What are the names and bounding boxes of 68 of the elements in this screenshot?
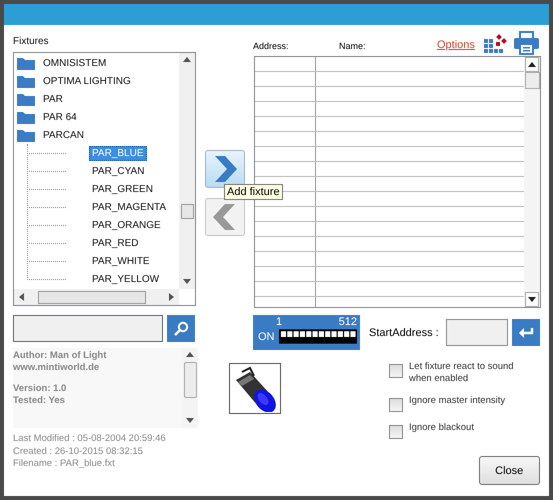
checkbox[interactable] (389, 425, 403, 439)
tree-item[interactable]: PAR_RED (89, 236, 142, 250)
folder-icon (17, 56, 35, 70)
checkbox[interactable] (389, 364, 403, 378)
checkbox-label: Ignore master intensity (409, 395, 506, 407)
tree-item[interactable]: OPTIMA LIGHTING (40, 74, 134, 88)
add-button[interactable] (205, 150, 245, 188)
scroll-thumb[interactable] (184, 362, 196, 398)
file-info-text: Last Modified : 05-08-2004 20:59:46 (13, 433, 167, 446)
dmx-end-label: 512 (338, 316, 357, 329)
start-address-field[interactable] (446, 319, 508, 346)
folder-icon (17, 128, 35, 142)
info-text: Version: 1.0 (13, 383, 68, 394)
tree-item[interactable]: PAR_WHITE (89, 254, 153, 268)
info-text: Author: Man of Light (13, 350, 108, 362)
info-text: Tested: Yes (13, 394, 66, 406)
tree-item[interactable]: PAR_CYAN (89, 164, 148, 178)
folder-icon (17, 74, 35, 88)
tree-item[interactable]: PAR 64 (40, 110, 80, 124)
tree-item[interactable]: PAR_ORANGE (89, 218, 164, 232)
scroll-down-icon (528, 296, 536, 304)
search-icon (173, 320, 189, 336)
search-field[interactable] (13, 315, 163, 342)
grid-icon[interactable] (484, 33, 508, 53)
scrollbar[interactable] (524, 57, 540, 307)
scroll-up-icon[interactable] (183, 56, 191, 64)
scroll-up-button[interactable] (525, 57, 539, 72)
info-text: www.mintiworld.de (13, 362, 100, 373)
printer-icon[interactable] (514, 31, 539, 55)
scroll-down-icon[interactable] (186, 417, 194, 425)
scrollbar[interactable] (179, 53, 195, 289)
file-info-text: Filename : PAR_blue.fxt (13, 458, 116, 470)
checkbox-label: Ignore blackout (409, 422, 475, 434)
scroll-thumb[interactable] (38, 290, 146, 304)
scroll-thumb[interactable] (180, 204, 194, 219)
return-arrow-icon (518, 326, 534, 338)
folder-icon (17, 110, 35, 124)
tree-item[interactable]: PAR (40, 92, 66, 106)
tree-item[interactable]: PARCAN (40, 128, 87, 142)
scrollbar[interactable] (182, 348, 198, 428)
scroll-right-icon[interactable] (167, 293, 175, 301)
dmx-start-label: 1 (276, 316, 282, 329)
tree-item[interactable]: PAR_GREEN (89, 182, 156, 196)
scroll-left-icon[interactable] (18, 293, 26, 301)
tree-item[interactable]: PAR_YELLOW (89, 272, 162, 286)
tree-item[interactable]: OMNISISTEM (40, 56, 110, 70)
tooltip: Add fixture (224, 184, 283, 200)
column-header: Address: (253, 41, 290, 51)
scrollbar[interactable] (14, 289, 179, 305)
tree-item[interactable]: PAR_MAGENTA (89, 200, 170, 214)
checkbox[interactable] (389, 398, 403, 412)
folder-icon (17, 92, 35, 106)
search-button[interactable] (167, 315, 195, 342)
start-address-label: StartAddress : (369, 326, 439, 338)
scroll-thumb[interactable] (524, 72, 540, 89)
scroll-up-icon[interactable] (186, 351, 194, 359)
close-button[interactable]: Close (478, 456, 540, 485)
file-info-text: Created : 26-10-2015 08:32:15 (13, 446, 144, 458)
scroll-up-icon (528, 60, 536, 68)
fixtures-label: Fixtures (13, 36, 50, 49)
dmx-panel[interactable]: 1 512 ON (253, 315, 360, 350)
on-label: ON (258, 330, 274, 344)
column-header: Name: (339, 41, 367, 51)
enter-button[interactable] (512, 319, 540, 346)
checkbox-label: Let fixture react to sound when enabled (409, 361, 515, 385)
scroll-down-button[interactable] (525, 292, 539, 307)
scroll-down-icon[interactable] (183, 278, 191, 286)
options-link[interactable]: Options (437, 39, 475, 51)
